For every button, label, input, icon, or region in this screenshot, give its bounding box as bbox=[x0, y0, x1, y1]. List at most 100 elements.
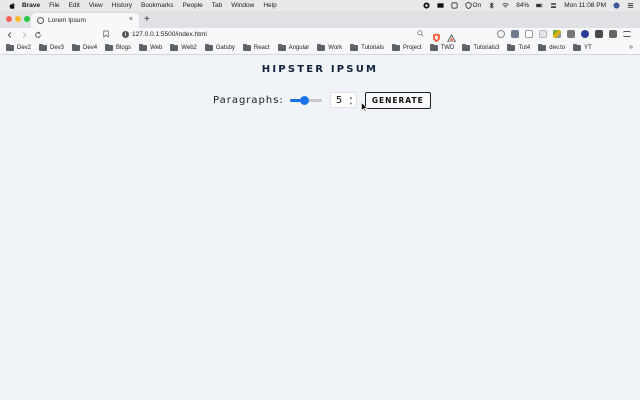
zoom-icon[interactable] bbox=[417, 30, 424, 39]
user-avatar-icon[interactable] bbox=[613, 2, 620, 9]
bookmark-folder-dev2[interactable]: Dev2 bbox=[6, 44, 32, 51]
bookmark-folder-dev3[interactable]: Dev3 bbox=[39, 44, 64, 51]
folder-icon bbox=[317, 44, 326, 51]
bookmark-label: Work bbox=[328, 45, 343, 51]
paragraph-controls: Paragraphs: 5 ▲ ▼ GENERATE bbox=[213, 91, 431, 109]
bookmark-folder-tutorials3[interactable]: Tutorials3 bbox=[462, 44, 499, 51]
brave-shields-icon[interactable] bbox=[432, 30, 441, 43]
bookmark-folder-dev4[interactable]: Dev4 bbox=[72, 44, 97, 51]
folder-icon bbox=[350, 44, 359, 51]
folder-icon bbox=[72, 44, 81, 51]
folder-icon bbox=[204, 44, 213, 51]
paragraphs-number-input[interactable]: 5 ▲ ▼ bbox=[329, 92, 357, 108]
onedrive-icon[interactable] bbox=[451, 2, 458, 9]
menu-help[interactable]: Help bbox=[263, 2, 276, 9]
window-close-button[interactable] bbox=[6, 16, 12, 22]
browser-menu-icon[interactable] bbox=[623, 31, 631, 37]
bookmark-label: Dev2 bbox=[17, 45, 32, 51]
extension-icons bbox=[497, 30, 631, 38]
slider-thumb[interactable] bbox=[300, 96, 310, 105]
menu-history[interactable]: History bbox=[112, 2, 132, 9]
folder-icon bbox=[391, 44, 400, 51]
menu-tab[interactable]: Tab bbox=[212, 2, 222, 9]
folder-icon bbox=[507, 44, 516, 51]
bookmark-folder-project[interactable]: Project bbox=[391, 44, 422, 51]
menu-window[interactable]: Window bbox=[231, 2, 254, 9]
battery-icon[interactable] bbox=[536, 2, 543, 9]
bookmark-folder-devto[interactable]: dev.to bbox=[538, 44, 565, 51]
mouse-pointer-icon bbox=[361, 102, 368, 112]
browser-toolbar: i 127.0.0.1:5500/index.html bbox=[0, 28, 640, 43]
stepper-up-icon[interactable]: ▲ bbox=[349, 95, 353, 100]
globe-icon bbox=[37, 17, 44, 24]
extension-grid-icon[interactable] bbox=[567, 30, 575, 38]
folder-icon bbox=[139, 44, 148, 51]
back-arrow-icon[interactable] bbox=[5, 30, 15, 40]
forward-arrow-icon[interactable] bbox=[19, 30, 29, 40]
folder-icon bbox=[105, 44, 114, 51]
folder-icon bbox=[573, 44, 582, 51]
extension-window-icon[interactable] bbox=[511, 30, 519, 38]
bookmark-folder-blogs[interactable]: Blogs bbox=[105, 44, 132, 51]
stepper-down-icon[interactable]: ▼ bbox=[349, 101, 353, 106]
apple-logo-icon[interactable] bbox=[8, 2, 16, 10]
bookmark-folder-tut4[interactable]: Tut4 bbox=[507, 44, 530, 51]
paragraphs-slider[interactable] bbox=[289, 95, 322, 105]
paragraphs-label: Paragraphs: bbox=[213, 94, 284, 106]
extension-code-icon[interactable] bbox=[525, 30, 533, 38]
extension-drive-icon[interactable] bbox=[553, 30, 561, 38]
menu-view[interactable]: View bbox=[89, 2, 103, 9]
extension-dark-reader-icon[interactable] bbox=[497, 30, 505, 38]
new-tab-button[interactable]: + bbox=[144, 14, 150, 26]
menu-people[interactable]: People bbox=[183, 2, 203, 9]
bookmark-folder-work[interactable]: Work bbox=[317, 44, 343, 51]
extensions-puzzle-icon[interactable] bbox=[609, 30, 617, 38]
number-stepper[interactable]: ▲ ▼ bbox=[348, 95, 354, 106]
folder-icon bbox=[6, 44, 14, 51]
folder-icon bbox=[39, 44, 48, 51]
bookmark-label: Blogs bbox=[116, 45, 132, 51]
bookmark-folder-react[interactable]: React bbox=[242, 44, 270, 51]
bookmark-icon[interactable] bbox=[103, 30, 109, 40]
bookmark-folder-web[interactable]: Web bbox=[139, 44, 162, 51]
window-maximize-button[interactable] bbox=[24, 16, 30, 22]
menubar-clock[interactable]: Mon 11:08 PM bbox=[564, 2, 606, 9]
tab-close-icon[interactable]: × bbox=[129, 16, 133, 23]
generate-button[interactable]: GENERATE bbox=[364, 91, 431, 109]
folder-icon bbox=[170, 44, 179, 51]
vpn-status[interactable]: On bbox=[465, 2, 481, 9]
shield-icon bbox=[465, 2, 472, 9]
bookmark-folder-twd[interactable]: TWD bbox=[429, 44, 455, 51]
window-controls bbox=[6, 16, 30, 22]
menubar-status-area: On 84% Mon 11:08 PM bbox=[422, 0, 634, 11]
site-info-icon[interactable]: i bbox=[122, 31, 129, 38]
bookmark-folder-tutorials[interactable]: Tutorials bbox=[350, 44, 384, 51]
bookmark-label: Web2 bbox=[181, 45, 197, 51]
brave-rewards-icon[interactable] bbox=[446, 30, 457, 43]
bluetooth-icon[interactable] bbox=[488, 2, 495, 9]
extension-blank-icon[interactable] bbox=[539, 30, 547, 38]
screen-record-icon[interactable] bbox=[436, 2, 444, 9]
menu-edit[interactable]: Edit bbox=[69, 2, 80, 9]
menu-file[interactable]: File bbox=[49, 2, 59, 9]
menu-list-icon[interactable] bbox=[627, 2, 634, 9]
bookmark-folder-gatsby[interactable]: Gatsby bbox=[204, 44, 235, 51]
reload-icon[interactable] bbox=[33, 30, 43, 40]
menu-bookmarks[interactable]: Bookmarks bbox=[141, 2, 174, 9]
menu-app-name[interactable]: Brave bbox=[22, 2, 40, 9]
bookmark-label: React bbox=[253, 45, 270, 51]
extension-eyedropper-icon[interactable] bbox=[595, 30, 603, 38]
window-minimize-button[interactable] bbox=[15, 16, 21, 22]
bookmarks-overflow-icon[interactable]: » bbox=[629, 44, 633, 51]
extension-hexagon-icon[interactable] bbox=[581, 30, 589, 38]
bookmark-label: TWD bbox=[440, 45, 455, 51]
address-bar-url[interactable]: 127.0.0.1:5500/index.html bbox=[132, 30, 207, 40]
record-icon[interactable] bbox=[422, 2, 430, 9]
bookmark-folder-web2[interactable]: Web2 bbox=[170, 44, 197, 51]
control-center-icon[interactable] bbox=[550, 2, 557, 9]
bookmark-folder-yt[interactable]: YT bbox=[573, 44, 592, 51]
bookmark-folder-angular[interactable]: Angular bbox=[277, 44, 309, 51]
tab-lorem-ipsum[interactable]: Lorem Ipsum × bbox=[31, 13, 139, 28]
wifi-icon[interactable] bbox=[502, 2, 509, 9]
bookmark-label: Gatsby bbox=[215, 45, 235, 51]
